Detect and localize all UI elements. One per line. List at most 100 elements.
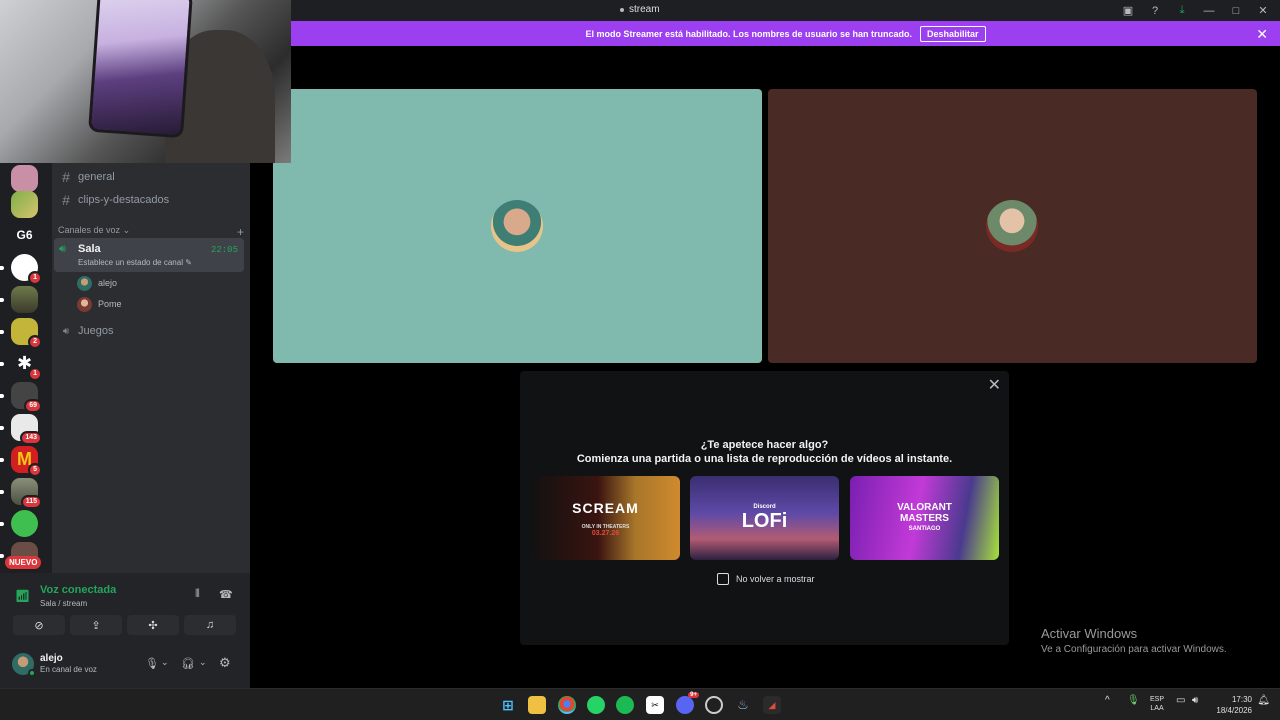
signal-icon[interactable]: 📶︎ [15,589,30,603]
game-launcher-icon[interactable]: ◢ [763,696,781,714]
activity-card-scream[interactable]: SCREAM ONLY IN THEATERS 03.27.26 [531,476,680,560]
server-icon[interactable]: ✱ 1 [11,350,42,381]
network-icon[interactable]: ▭ [1176,695,1185,706]
camera-button[interactable]: ⊘ [13,615,65,635]
channel-clips[interactable]: # clips-y-destacados [60,190,169,210]
language-indicator[interactable]: ESP LAA [1150,695,1164,713]
participant-tile-alejo[interactable] [273,89,762,363]
participant-tile-pome[interactable] [768,89,1257,363]
close-window-icon[interactable]: ✕ [1256,4,1270,18]
whatsapp-icon[interactable] [587,696,605,714]
download-icon[interactable]: ⤓ [1175,4,1189,18]
keyboard-layout: LAA [1150,705,1164,712]
avatar [77,275,92,291]
server-icon[interactable] [11,191,38,218]
speaker-icon: 🔊︎ [62,325,70,337]
tray-expand-icon[interactable]: ^ [1105,695,1110,706]
dont-show-again-row[interactable]: No volver a mostrar [717,573,815,585]
close-icon[interactable]: ✕ [988,375,1001,395]
activity-card-valorant[interactable]: VALORANT MASTERS SANTIAGO [850,476,999,560]
unread-pip [0,522,4,526]
noise-suppression-icon[interactable]: ⦀ [195,588,200,601]
server-icon[interactable]: 2 [11,318,42,349]
activities-button[interactable]: ✣ [127,615,179,635]
clock[interactable]: 17:30 18/4/2026 [1216,694,1252,716]
disable-streamer-button[interactable]: Deshabilitar [920,25,986,42]
text-channel-icon: # [62,192,70,208]
settings-gear-icon[interactable]: ⚙ [219,655,231,671]
server-icon[interactable]: 115 [11,478,42,509]
webcam-overlay [0,0,291,163]
chrome-icon[interactable] [558,696,576,714]
voice-user-pome[interactable]: Pome [77,296,122,312]
server-icon[interactable]: 1 [11,254,42,285]
watermark-title: Activar Windows [1041,626,1138,641]
server-icon[interactable] [11,510,38,537]
dont-show-again-checkbox[interactable] [717,573,729,585]
online-status-dot [28,669,36,677]
start-icon[interactable]: ⊞ [499,696,517,714]
spotify-icon[interactable] [616,696,634,714]
channel-name: general [78,171,115,183]
inbox-icon[interactable]: ▣ [1121,4,1135,18]
channel-general[interactable]: # general [60,167,115,187]
voice-user-alejo[interactable]: alejo [77,275,117,291]
discord-icon[interactable]: 9+ [676,692,699,714]
chevron-down-icon[interactable]: ⌄ [199,657,207,668]
voice-category[interactable]: Canales de voz ⌄ + [58,225,244,239]
microphone-icon[interactable]: 🎙︎ [145,657,159,670]
notifications-icon[interactable]: 🔔︎ [1257,695,1270,706]
participant-avatar [491,200,543,252]
voice-channel-name: Juegos [78,325,114,337]
server-icon[interactable] [11,165,38,192]
server-icon[interactable]: 143 [11,414,42,445]
voice-channel-juegos[interactable]: 🔊︎ Juegos [60,321,114,341]
card-subtitle: ONLY IN THEATERS [581,523,630,530]
streamer-mode-banner: El modo Streamer está habilitado. Los no… [291,21,1280,46]
chevron-down-icon[interactable]: ⌄ [161,657,169,668]
channel-status[interactable]: Establece un estado de canal ✎ [78,258,192,267]
server-icon[interactable]: M5 [11,446,42,477]
voice-user-name: Pome [98,299,122,309]
pencil-icon: ✎ [185,258,192,267]
card-title: LOFi [741,509,788,532]
activation-watermark: Activar Windows Ve a Configuración para … [1041,626,1227,655]
help-icon[interactable]: ? [1148,4,1162,18]
unread-pip [0,266,4,270]
mention-badge: 5 [28,463,42,477]
activity-card-lofi[interactable]: Discord LOFi [690,476,839,560]
add-channel-icon[interactable]: + [237,225,244,239]
webcam-phone [88,0,193,139]
soundboard-button[interactable]: ♫ [184,615,236,635]
new-badge: NUEVO [5,556,42,569]
obs-icon[interactable] [705,696,723,714]
close-banner-icon[interactable]: ✕ [1256,26,1268,43]
server-icon[interactable] [11,286,38,313]
channel-name: clips-y-destacados [78,194,170,206]
voice-user-name: alejo [98,278,118,288]
steam-icon[interactable]: ♨ [734,696,752,714]
user-name: alejo [40,653,63,664]
disconnect-icon[interactable]: ☎ [219,588,233,601]
file-explorer-icon[interactable] [528,696,546,714]
voice-channel-name: Sala [78,243,101,255]
unread-pip [0,458,4,462]
server-icon-g6[interactable]: G6 [11,221,38,248]
server-icon[interactable]: 69 [11,382,42,413]
speaker-icon: 🔊︎ [59,243,66,255]
minimize-icon[interactable]: — [1202,4,1216,18]
soundboard-icon: ♫ [205,619,215,631]
activities-icon: ✣ [148,619,158,632]
capcut-icon[interactable]: ✂ [646,696,664,714]
volume-icon[interactable]: 🔊︎ [1192,695,1198,706]
headphones-icon[interactable]: 🎧︎ [181,657,195,670]
voice-timer: 22:05 [210,245,238,255]
screen-share-button[interactable]: ⇪ [70,615,122,635]
microphone-tray-icon[interactable]: 🎙︎ [1127,695,1140,706]
voice-connected-subtitle[interactable]: Sala / stream [40,599,87,608]
unread-pip [0,554,4,558]
maximize-icon[interactable]: □ [1229,4,1243,18]
user-status: En canal de voz [40,665,97,674]
card-location: SANTIAGO [908,525,941,532]
voice-channel-sala[interactable]: 🔊︎ Sala 22:05 Establece un estado de can… [54,238,244,272]
